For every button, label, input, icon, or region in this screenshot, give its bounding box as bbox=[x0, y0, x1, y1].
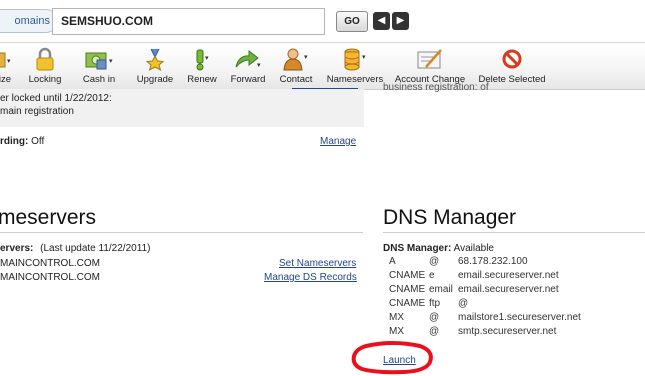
business-registration-partial: business registration: of bbox=[383, 82, 489, 93]
dns-record-host: @ bbox=[429, 326, 440, 337]
toolbar-item-nameservers[interactable]: ▾ Nameservers bbox=[326, 47, 384, 85]
dns-record-value: 68.178.232.100 bbox=[458, 256, 528, 267]
account-change-icon bbox=[417, 49, 442, 69]
toolbar-label-locking: Locking bbox=[28, 74, 62, 85]
nameserver-entry-1: MAINCONTROL.COM bbox=[0, 258, 100, 269]
svg-text:▾: ▾ bbox=[7, 58, 11, 65]
chevron-left-icon: ◀ bbox=[377, 15, 386, 26]
svg-text:▾: ▾ bbox=[109, 58, 113, 65]
toolbar-item-account-change[interactable]: Account Change bbox=[393, 47, 467, 85]
contact-person-icon: ▾ bbox=[283, 48, 308, 71]
dns-manager-divider bbox=[383, 232, 645, 233]
forwarding-manage-link[interactable]: Manage bbox=[320, 136, 356, 147]
toolbar-item-contact[interactable]: ▾ Contact bbox=[276, 47, 316, 85]
dns-record-host: @ bbox=[429, 256, 440, 267]
dns-record-host: @ bbox=[429, 312, 440, 323]
toolbar-item-upgrade[interactable]: Upgrade bbox=[135, 47, 175, 85]
dns-record-type: CNAME bbox=[389, 298, 426, 309]
svg-text:▾: ▾ bbox=[362, 54, 366, 61]
toolbar-label-cash-in: Cash in bbox=[82, 74, 116, 85]
toolbar-label-nameservers: Nameservers bbox=[326, 74, 384, 85]
dns-record-type: CNAME bbox=[389, 284, 426, 295]
dns-manager-status-value: Available bbox=[453, 243, 494, 254]
cash-in-icon: ▾ bbox=[85, 52, 113, 70]
lock-status-line2: main registration bbox=[0, 106, 74, 117]
toolbar: ▾ ize Locking ▾ Cash in Upgrade ▾ Renew … bbox=[0, 42, 645, 90]
toolbar-item-renew[interactable]: ▾ Renew bbox=[185, 47, 219, 85]
dns-record-type: MX bbox=[389, 326, 404, 337]
domain-search-input[interactable]: SEMSHUO.COM bbox=[52, 8, 325, 35]
dns-record-type: CNAME bbox=[389, 270, 426, 281]
nameservers-label: ervers: bbox=[0, 243, 34, 254]
svg-text:▾: ▾ bbox=[304, 54, 308, 61]
toolbar-item-locking[interactable]: Locking bbox=[26, 47, 64, 85]
toolbar-label-upgrade: Upgrade bbox=[136, 74, 174, 85]
delete-icon bbox=[502, 49, 522, 69]
dns-record-value: @ bbox=[458, 298, 469, 309]
nameserver-entry-2: MAINCONTROL.COM bbox=[0, 272, 100, 283]
forwarding-label: rding: bbox=[0, 136, 29, 147]
renew-icon: ▾ bbox=[196, 49, 209, 71]
upgrade-medal-icon bbox=[145, 48, 165, 71]
toolbar-label-forward: Forward bbox=[230, 74, 266, 85]
nameservers-last-update: (Last update 11/22/2011) bbox=[40, 243, 151, 254]
dns-manager-heading: DNS Manager bbox=[383, 206, 517, 229]
next-button[interactable]: ▶ bbox=[392, 12, 409, 30]
toolbar-item-forward[interactable]: ▾ Forward bbox=[228, 47, 268, 85]
dns-manager-status: DNS Manager: Available bbox=[383, 243, 494, 254]
toolbar-label-renew: Renew bbox=[187, 74, 217, 85]
forwarding-row: rding: Off bbox=[0, 136, 44, 147]
annotation-circle bbox=[351, 341, 433, 375]
nameservers-info: ervers: (Last update 11/22/2011) bbox=[0, 243, 150, 254]
forwarding-value: Off bbox=[31, 136, 45, 147]
cut-link-underline bbox=[292, 88, 358, 89]
resize-icon: ▾ bbox=[0, 52, 11, 68]
previous-button[interactable]: ◀ bbox=[373, 12, 390, 30]
dns-manager-status-label: DNS Manager: bbox=[383, 243, 452, 254]
forward-arrow-icon: ▾ bbox=[235, 49, 261, 69]
dns-record-value: mailstore1.secureserver.net bbox=[458, 312, 581, 323]
dns-record-type: MX bbox=[389, 312, 404, 323]
svg-text:▾: ▾ bbox=[205, 55, 209, 62]
dns-record-host: e bbox=[429, 270, 435, 281]
lock-status-line1: er locked until 1/22/2012: bbox=[0, 93, 112, 104]
dns-record-host: ftp bbox=[429, 298, 441, 309]
lock-icon bbox=[36, 47, 54, 71]
dns-record-host: email bbox=[429, 284, 453, 295]
dns-record-type: A bbox=[389, 256, 396, 267]
svg-text:▾: ▾ bbox=[257, 62, 261, 69]
breadcrumb-domains[interactable]: omains bbox=[0, 9, 58, 33]
nameservers-divider bbox=[0, 232, 363, 233]
nameservers-heading: meservers bbox=[0, 206, 97, 229]
chevron-right-icon: ▶ bbox=[396, 15, 405, 26]
toolbar-item-delete-selected[interactable]: Delete Selected bbox=[476, 47, 548, 85]
database-icon: ▾ bbox=[344, 48, 366, 71]
go-button[interactable]: GO bbox=[336, 11, 368, 32]
toolbar-label-contact: Contact bbox=[279, 74, 313, 85]
dns-record-value: smtp.secureserver.net bbox=[458, 326, 557, 337]
dns-record-value: email.secureserver.net bbox=[458, 270, 559, 281]
toolbar-item-resize[interactable]: ▾ ize bbox=[0, 47, 18, 85]
dns-record-value: email.secureserver.net bbox=[458, 284, 559, 295]
toolbar-item-cash-in[interactable]: ▾ Cash in bbox=[78, 47, 120, 85]
toolbar-label-resize: ize bbox=[0, 74, 12, 85]
manage-ds-records-link[interactable]: Manage DS Records bbox=[264, 272, 357, 283]
set-nameservers-link[interactable]: Set Nameservers bbox=[279, 258, 356, 269]
